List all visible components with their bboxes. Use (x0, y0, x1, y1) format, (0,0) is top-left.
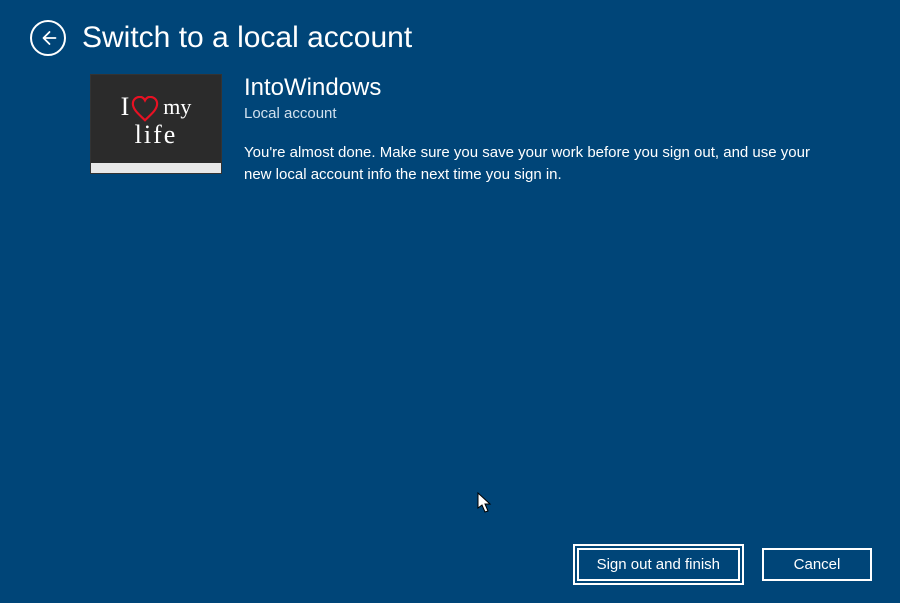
sign-out-and-finish-button[interactable]: Sign out and finish (577, 548, 740, 581)
back-button[interactable] (30, 20, 66, 56)
avatar-text-life: life (135, 120, 178, 150)
heart-icon (131, 96, 159, 122)
content-area: I my life IntoWindows Local account You'… (0, 56, 900, 185)
account-name: IntoWindows (244, 74, 822, 103)
arrow-left-icon (39, 29, 57, 47)
button-bar: Sign out and finish Cancel (577, 548, 872, 581)
avatar-footer (91, 163, 221, 173)
account-info: IntoWindows Local account You're almost … (222, 74, 822, 185)
header: Switch to a local account (0, 0, 900, 56)
avatar: I my life (90, 74, 222, 174)
avatar-text-my: my (163, 94, 191, 120)
page-title: Switch to a local account (82, 21, 412, 55)
avatar-image: I my life (99, 83, 213, 159)
cursor-icon (477, 492, 493, 514)
description-text: You're almost done. Make sure you save y… (244, 142, 822, 186)
account-type: Local account (244, 105, 822, 122)
cancel-button[interactable]: Cancel (762, 548, 872, 581)
avatar-text-i: I (121, 92, 130, 122)
